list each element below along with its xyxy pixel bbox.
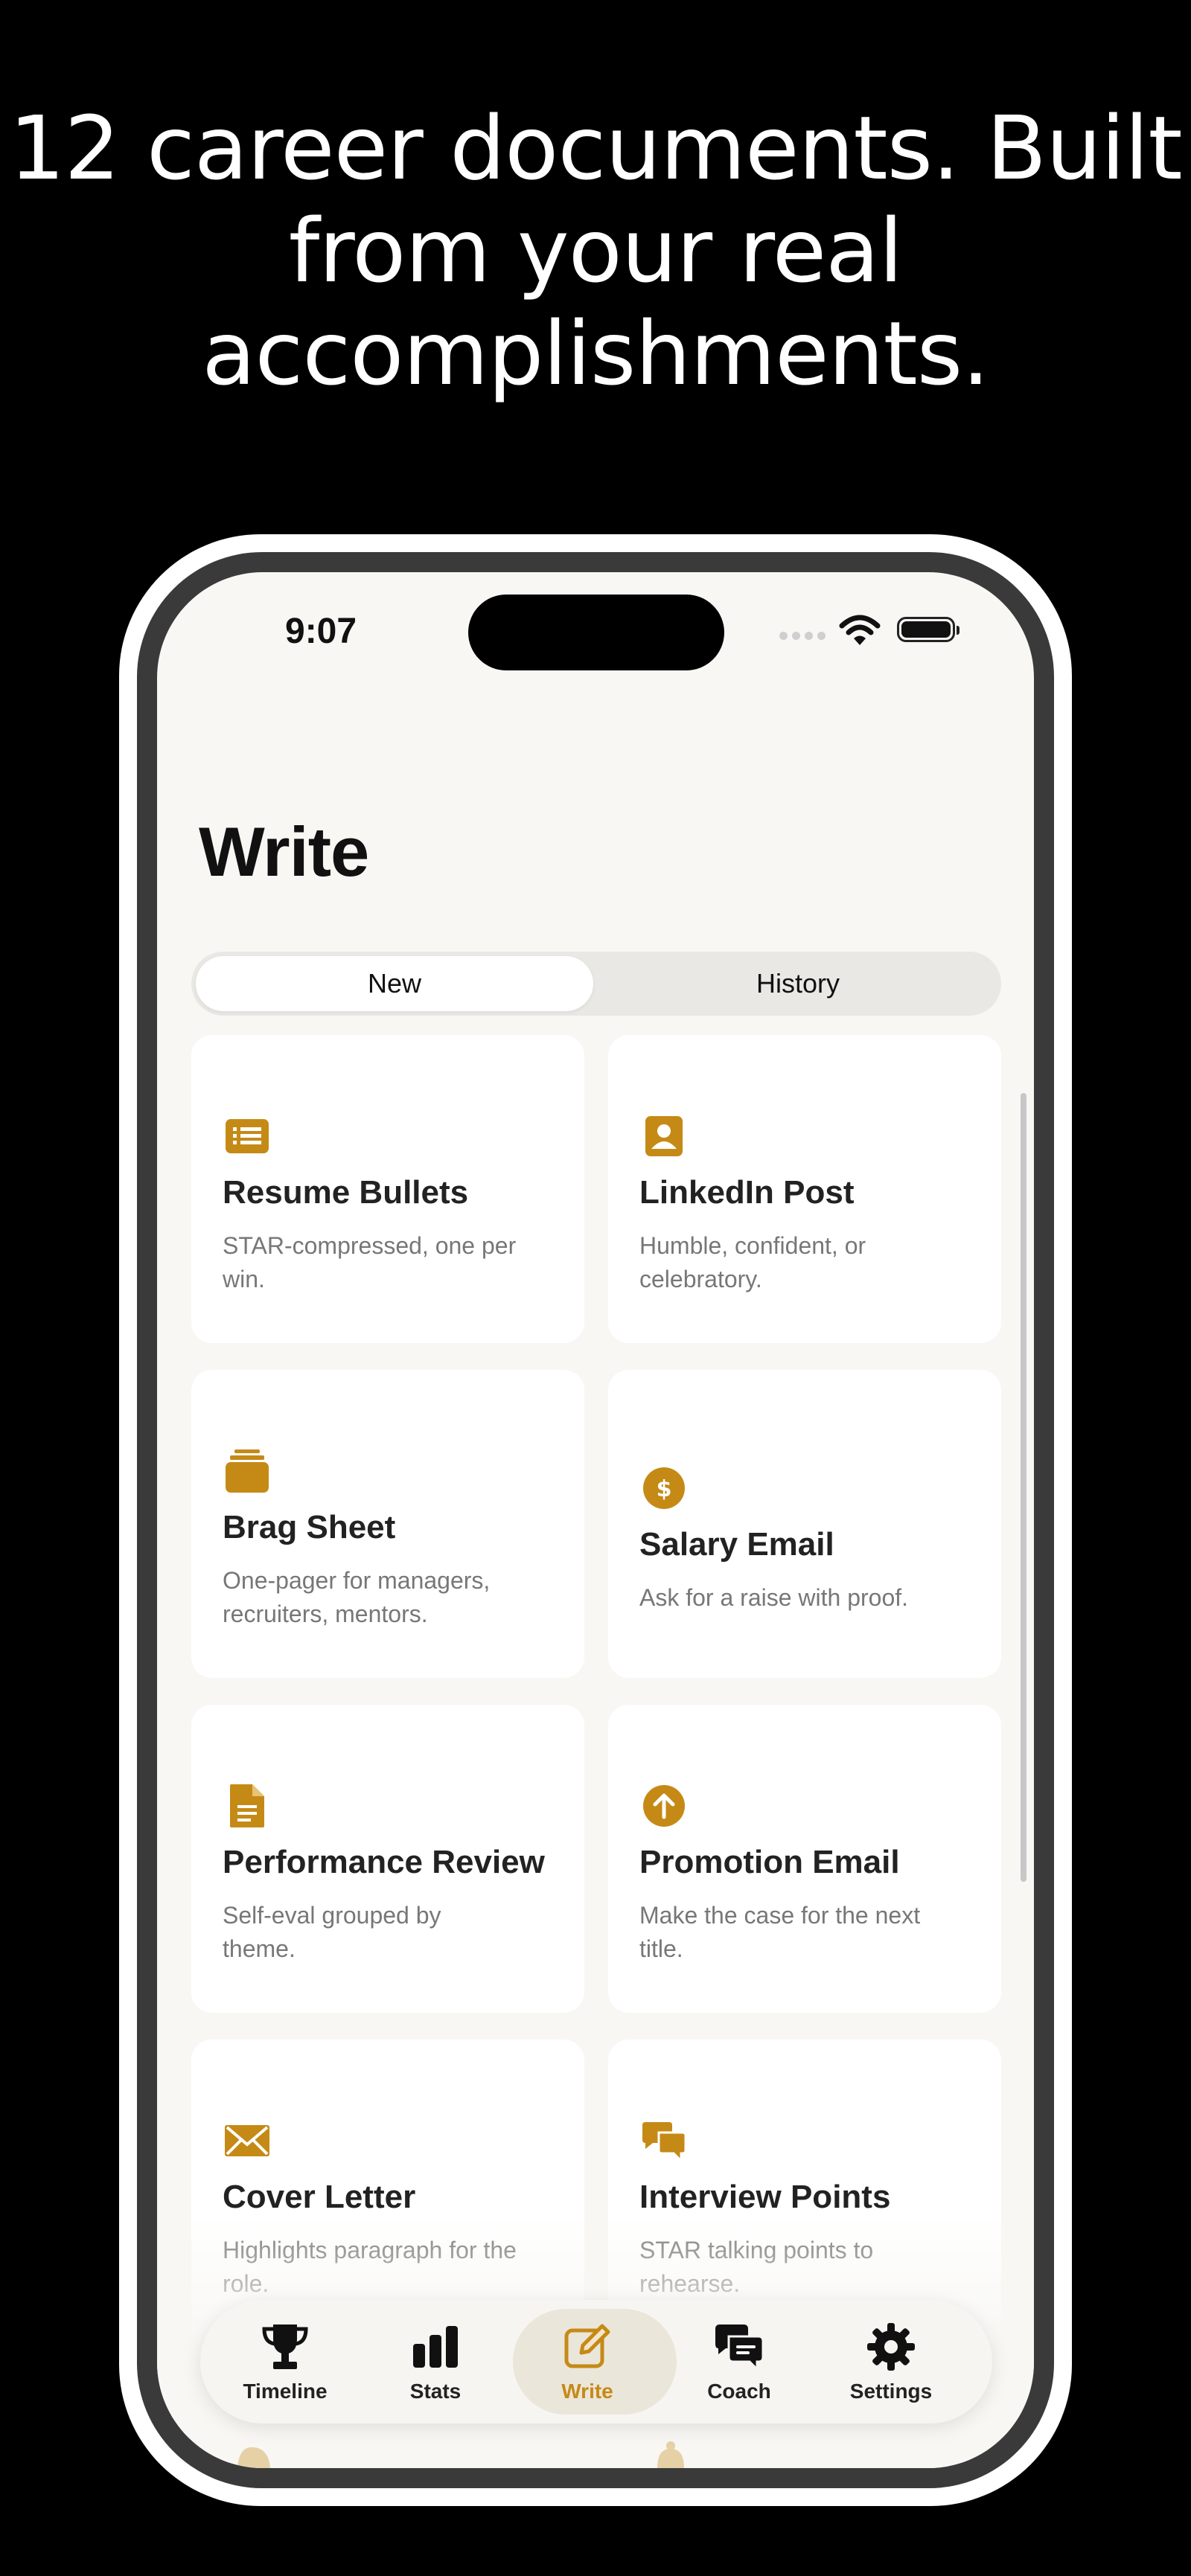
card-title: Performance Review <box>223 1844 545 1880</box>
next-row-icon-left <box>237 2447 270 2468</box>
tab-coach[interactable]: Coach <box>665 2300 814 2423</box>
marketing-headline: 12 career documents. Built from your rea… <box>0 97 1191 405</box>
document-type-grid: Resume Bullets STAR-compressed, one per … <box>191 1035 1001 2348</box>
segment-history[interactable]: History <box>599 956 997 1011</box>
dynamic-island <box>468 595 724 670</box>
scrollbar[interactable] <box>1021 1093 1026 1882</box>
wifi-icon <box>839 615 881 645</box>
speech-bubbles-icon <box>642 2122 687 2164</box>
dollar-circle-icon: $ <box>643 1467 685 1509</box>
chat-bubbles-icon <box>715 2325 764 2372</box>
status-bar: 9:07 <box>157 572 1034 684</box>
tab-label: Write <box>561 2380 613 2403</box>
headline-line-3: accomplishments. <box>202 302 990 405</box>
next-row-icon-right <box>657 2441 684 2468</box>
phone-mockup: 9:07 Write New History Resume Bullets ST… <box>119 534 1072 2506</box>
card-description: Ask for a raise with proof. <box>639 1583 909 1611</box>
card-description: STAR talking points to rehearse. <box>639 2237 874 2297</box>
page-title: Write <box>199 813 369 891</box>
tab-label: Stats <box>409 2380 462 2403</box>
segment-new[interactable]: New <box>196 956 593 1011</box>
tab-timeline[interactable]: Timeline <box>211 2300 360 2423</box>
segmented-control: New History <box>191 952 1001 1016</box>
card-description: Self-eval grouped by theme. <box>223 1902 441 1962</box>
compose-icon <box>564 2324 610 2368</box>
card-salary-email[interactable]: $ Salary Email Ask for a raise with proo… <box>608 1370 1001 1678</box>
phone-frame: 9:07 Write New History Resume Bullets ST… <box>137 552 1054 2488</box>
envelope-icon <box>225 2125 269 2156</box>
card-title: Salary Email <box>639 1525 834 1563</box>
person-badge-icon <box>645 1116 683 1156</box>
card-title: Promotion Email <box>639 1844 900 1880</box>
card-title: Brag Sheet <box>223 1509 396 1545</box>
card-description: Highlights paragraph for the role. <box>223 2237 517 2297</box>
stacked-tray-icon <box>226 1449 269 1493</box>
card-promotion-email[interactable]: Promotion Email Make the case for the ne… <box>608 1705 1001 2013</box>
tab-bar: Timeline Stats Write Coach Settings <box>200 2300 992 2423</box>
card-title: LinkedIn Post <box>639 1174 855 1211</box>
status-time: 9:07 <box>285 612 357 651</box>
app-screen: 9:07 Write New History Resume Bullets ST… <box>157 572 1034 2468</box>
tab-stats[interactable]: Stats <box>361 2300 510 2423</box>
card-title: Interview Points <box>639 2179 891 2215</box>
tab-settings[interactable]: Settings <box>817 2300 965 2423</box>
tab-label: Settings <box>849 2380 933 2403</box>
card-description: Humble, confident, or celebratory. <box>639 1232 866 1292</box>
tab-label: Timeline <box>243 2380 328 2403</box>
arrow-up-circle-icon <box>643 1785 685 1827</box>
bar-chart-icon <box>413 2326 458 2368</box>
card-description: STAR-compressed, one per win. <box>223 1232 517 1292</box>
card-resume-bullets[interactable]: Resume Bullets STAR-compressed, one per … <box>191 1035 584 1343</box>
card-title: Resume Bullets <box>223 1174 469 1211</box>
battery-icon <box>897 617 959 642</box>
svg-text:$: $ <box>657 1476 672 1502</box>
card-brag-sheet[interactable]: Brag Sheet One-pager for managers, recru… <box>191 1370 584 1678</box>
card-description: Make the case for the next title. <box>639 1902 921 1962</box>
card-description: One-pager for managers, recruiters, ment… <box>223 1567 491 1627</box>
card-performance-review[interactable]: Performance Review Self-eval grouped by … <box>191 1705 584 2013</box>
headline-line-1: 12 career documents. Built <box>9 97 1182 199</box>
card-linkedin-post[interactable]: LinkedIn Post Humble, confident, or cele… <box>608 1035 1001 1343</box>
card-title: Cover Letter <box>223 2179 416 2215</box>
cellular-signal-icon <box>779 632 826 640</box>
document-icon <box>230 1784 264 1827</box>
tab-label: Coach <box>707 2380 771 2403</box>
tab-write[interactable]: Write <box>513 2300 677 2423</box>
gear-icon <box>867 2323 915 2371</box>
trophy-icon <box>262 2325 308 2369</box>
resume-list-icon <box>226 1119 269 1153</box>
headline-line-2: from your real <box>288 199 904 302</box>
